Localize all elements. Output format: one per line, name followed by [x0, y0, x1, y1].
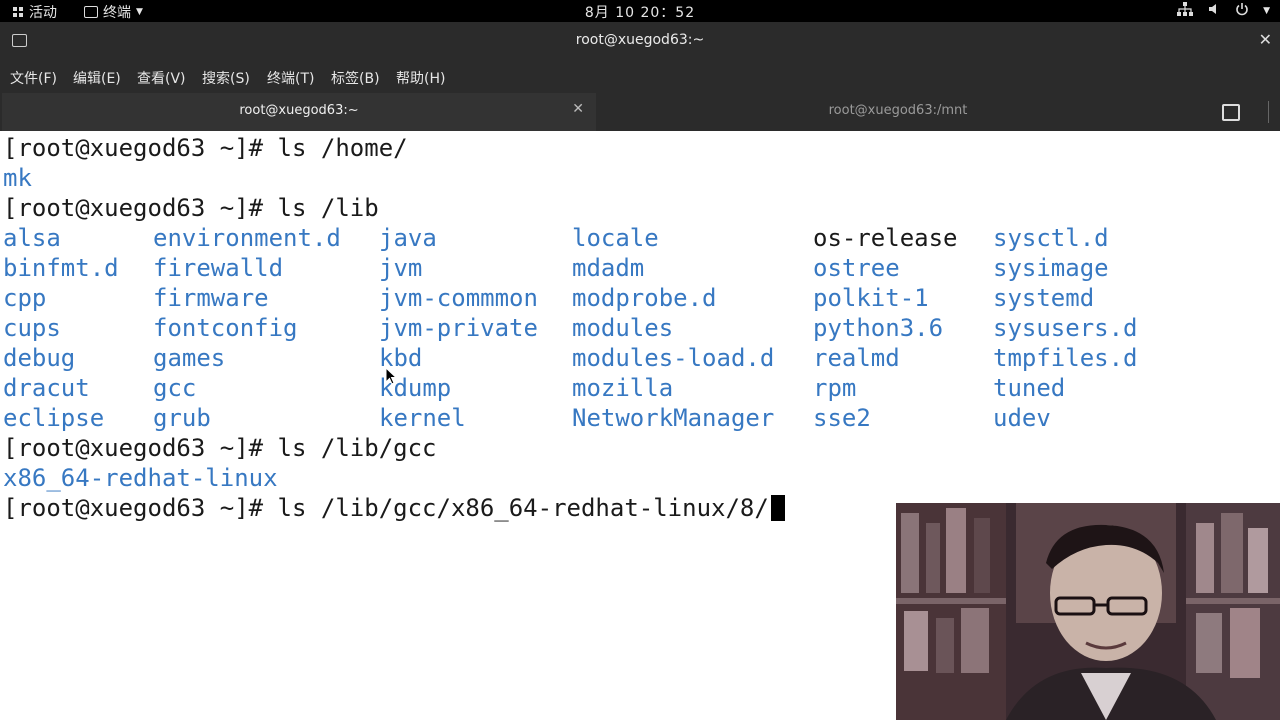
presenter-video — [896, 503, 1280, 720]
tab-label: root@xuegod63:~ — [239, 103, 359, 118]
dir-entry: rpm — [813, 374, 857, 402]
terminal-line: [root@xuegod63 ~]# ls /lib — [3, 193, 379, 223]
dir-entry: sse2 — [813, 404, 871, 432]
dir-entry: grub — [153, 404, 211, 432]
dir-entry: udev — [993, 404, 1051, 432]
window-title: root@xuegod63:~ — [575, 32, 705, 48]
dir-entry: mozilla — [572, 374, 674, 402]
terminal-output: x86_64-redhat-linux — [3, 464, 278, 492]
menu-terminal[interactable]: 终端(T) — [267, 68, 314, 88]
dir-entry: cups — [3, 314, 61, 342]
dir-entry: firmware — [153, 284, 269, 312]
gnome-top-bar: 活动 终端 ▼ 8月 10 20：52 ▼ — [0, 0, 1280, 22]
dir-entry: jvm-commmon — [379, 284, 538, 312]
menu-edit[interactable]: 编辑(E) — [73, 68, 121, 88]
dir-entry: systemd — [993, 284, 1095, 312]
dir-entry: modprobe.d — [572, 284, 717, 312]
dir-entry: python3.6 — [813, 314, 944, 342]
tab-label: root@xuegod63:/mnt — [828, 103, 968, 118]
command-input[interactable]: ls /lib/gcc/x86_64-redhat-linux/8/ — [278, 494, 769, 522]
volume-icon[interactable] — [1207, 2, 1221, 20]
dir-entry: tmpfiles.d — [993, 344, 1138, 372]
terminal-line[interactable]: [root@xuegod63 ~]# ls /lib/gcc/x86_64-re… — [3, 493, 785, 523]
dir-entry: sysusers.d — [993, 314, 1138, 342]
menu-search[interactable]: 搜索(S) — [202, 68, 250, 88]
text-cursor — [770, 495, 785, 521]
dir-entry: games — [153, 344, 226, 372]
menu-view[interactable]: 查看(V) — [137, 68, 186, 88]
dir-entry: java — [379, 224, 437, 252]
dir-entry: tuned — [993, 374, 1066, 402]
menu-tabs[interactable]: 标签(B) — [331, 68, 380, 88]
prompt: [root@xuegod63 ~]# — [3, 134, 278, 162]
menu-file[interactable]: 文件(F) — [10, 68, 57, 88]
dir-entry: sysimage — [993, 254, 1109, 282]
dir-entry: polkit-1 — [813, 284, 929, 312]
dir-entry: eclipse — [3, 404, 105, 432]
dir-entry: locale — [572, 224, 659, 252]
dir-entry: jvm-private — [379, 314, 538, 342]
power-icon[interactable] — [1235, 2, 1249, 20]
window-title-bar[interactable]: root@xuegod63:~ ✕ — [0, 22, 1280, 60]
close-tab-icon[interactable]: ✕ — [572, 101, 584, 117]
tab-bar: root@xuegod63:~ ✕ root@xuegod63:/mnt — [0, 93, 1280, 133]
chevron-down-icon: ▼ — [1263, 6, 1270, 16]
dir-entry: fontconfig — [153, 314, 298, 342]
dir-entry: mdadm — [572, 254, 645, 282]
dir-entry: environment.d — [153, 224, 341, 252]
dir-entry: realmd — [813, 344, 900, 372]
webcam-overlay — [896, 503, 1280, 720]
close-icon[interactable]: ✕ — [1259, 30, 1272, 49]
network-icon[interactable] — [1177, 2, 1194, 20]
dir-entry: cpp — [3, 284, 47, 312]
terminal-line: [root@xuegod63 ~]# ls /home/ — [3, 133, 408, 163]
system-tray[interactable]: ▼ — [1177, 2, 1270, 20]
prompt: [root@xuegod63 ~]# — [3, 434, 278, 462]
dir-entry: NetworkManager — [572, 404, 775, 432]
command: ls /home/ — [277, 134, 408, 162]
prompt: [root@xuegod63 ~]# — [3, 194, 278, 222]
dir-entry: dracut — [3, 374, 90, 402]
dir-entry: modules-load.d — [572, 344, 775, 372]
terminal-line: [root@xuegod63 ~]# ls /lib/gcc — [3, 433, 437, 463]
tab-home[interactable]: root@xuegod63:~ ✕ — [2, 93, 596, 133]
dir-entry: jvm — [379, 254, 423, 282]
dir-entry: kernel — [379, 404, 466, 432]
dir-entry: binfmt.d — [3, 254, 119, 282]
file-entry: os-release — [813, 224, 958, 252]
menu-bar: 文件(F) 编辑(E) 查看(V) 搜索(S) 终端(T) 标签(B) 帮助(H… — [0, 60, 1280, 93]
command: ls /lib/gcc — [277, 434, 437, 462]
dir-entry: firewalld — [153, 254, 284, 282]
dir-entry: sysctl.d — [993, 224, 1109, 252]
clock[interactable]: 8月 10 20：52 — [0, 2, 1280, 22]
dir-entry: ostree — [813, 254, 900, 282]
command: ls /lib — [277, 194, 379, 222]
dir-entry: alsa — [3, 224, 61, 252]
menu-help[interactable]: 帮助(H) — [396, 68, 445, 88]
dir-entry: debug — [3, 344, 76, 372]
divider — [1268, 101, 1269, 123]
dir-entry: gcc — [153, 374, 197, 402]
mouse-pointer-icon — [385, 366, 398, 389]
new-tab-icon[interactable] — [1222, 104, 1240, 121]
dir-entry: modules — [572, 314, 674, 342]
prompt: [root@xuegod63 ~]# — [3, 494, 278, 522]
tab-mnt[interactable]: root@xuegod63:/mnt — [598, 93, 1198, 131]
terminal-output: mk — [3, 164, 32, 192]
